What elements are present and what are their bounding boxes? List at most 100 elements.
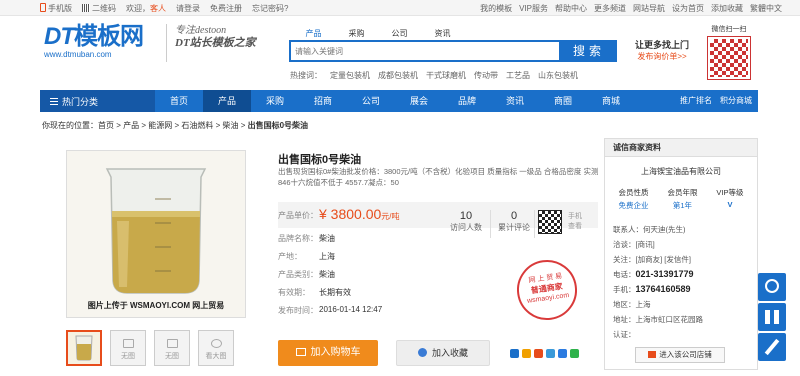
follow-links[interactable]: 关注：[加商友] [发信件] — [613, 254, 691, 265]
type-value: 柴油 — [319, 270, 335, 279]
product-image[interactable]: 图片上传于 WSMAOYI.COM 网上贸易 — [66, 150, 246, 318]
address-row: 地址：上海市虹口区花园路 — [613, 315, 703, 324]
top-link-traditional[interactable]: 繁體中文 — [750, 3, 782, 14]
search-tabs: 产品 采购 公司 资讯 — [292, 28, 464, 39]
hot-word[interactable]: 传动带 — [474, 70, 498, 81]
origin-label: 产地： — [278, 252, 302, 261]
type-label: 产品类别： — [278, 270, 318, 279]
forgot-password-link[interactable]: 忘记密码? — [252, 3, 288, 14]
top-link-channels[interactable]: 更多频道 — [594, 3, 626, 14]
nav-company[interactable]: 公司 — [347, 90, 395, 112]
share-renren-icon[interactable] — [558, 349, 567, 358]
top-link-favorite[interactable]: 添加收藏 — [711, 3, 743, 14]
validity-label: 有效期： — [278, 288, 310, 297]
qrcode-icon — [82, 4, 90, 12]
nav-investment[interactable]: 招商 — [299, 90, 347, 112]
hot-word[interactable]: 成都包装机 — [378, 70, 418, 81]
thumbnail-1[interactable] — [66, 330, 102, 366]
login-link[interactable]: 请登录 — [176, 3, 200, 14]
search-button[interactable]: 搜索 — [561, 40, 617, 62]
price-label: 产品单价： — [278, 211, 318, 220]
share-wechat-icon[interactable] — [570, 349, 579, 358]
nav-business-circle[interactable]: 商圈 — [539, 90, 587, 112]
search-box — [289, 40, 561, 62]
product-description: 出售现货国标0#柴油批发价格：3800元/吨（不含税）化验项目 质量指标 一级品… — [278, 167, 599, 187]
store-icon — [648, 351, 657, 358]
cart-icon — [295, 348, 306, 356]
share-weibo-icon[interactable] — [534, 349, 543, 358]
share-more-icon[interactable] — [510, 349, 519, 358]
image-placeholder-icon — [123, 339, 134, 348]
nav-news[interactable]: 资讯 — [491, 90, 539, 112]
search-tab-news[interactable]: 资讯 — [421, 28, 464, 39]
visitor-count: 10 访问人数 — [450, 210, 482, 232]
product-price: ¥ 3800.00元/吨 — [319, 206, 400, 222]
breadcrumb-path[interactable]: 首页 > 产品 > 能源网 > 石油燃料 > 柴油 > — [98, 121, 245, 130]
hot-word[interactable]: 干式球磨机 — [426, 70, 466, 81]
add-favorite-button[interactable]: 加入收藏 — [396, 340, 490, 366]
headset-icon — [765, 279, 779, 293]
thumbnail-strip: 无图 无图 看大图 — [66, 330, 234, 366]
post-inquiry-link[interactable]: 发布询价单>> — [637, 52, 686, 61]
search-tab-product[interactable]: 产品 — [292, 28, 335, 39]
customer-service-button[interactable] — [758, 273, 786, 301]
hot-category-menu[interactable]: 热门分类 — [40, 90, 155, 112]
register-link[interactable]: 免费注册 — [210, 3, 242, 14]
share-qzone-icon[interactable] — [522, 349, 531, 358]
top-link-vip[interactable]: VIP服务 — [519, 3, 548, 14]
image-placeholder-icon — [167, 339, 178, 348]
top-link-my-template[interactable]: 我的模板 — [480, 3, 512, 14]
top-link-help[interactable]: 帮助中心 — [555, 3, 587, 14]
nav-brand[interactable]: 品牌 — [443, 90, 491, 112]
nav-product[interactable]: 产品 — [203, 90, 251, 112]
logo-url: www.dtmuban.com — [44, 50, 112, 59]
search-input[interactable] — [291, 42, 559, 60]
published-value: 2016-01-14 12:47 — [319, 305, 383, 314]
view-large-image-button[interactable]: 看大图 — [198, 330, 234, 366]
search-tab-purchase[interactable]: 采购 — [335, 28, 378, 39]
nav-purchase[interactable]: 采购 — [251, 90, 299, 112]
vip-icon: V — [727, 200, 733, 209]
welcome-text: 欢迎，客人 — [126, 4, 166, 13]
qrcode-float-button[interactable] — [758, 303, 786, 331]
site-logo[interactable]: DT模板网 www.dtmuban.com — [44, 24, 162, 60]
feedback-button[interactable] — [758, 333, 786, 361]
top-link-homepage[interactable]: 设为首页 — [672, 3, 704, 14]
menu-icon — [50, 97, 58, 105]
company-name[interactable]: 上海锲宝油品有限公司 — [605, 166, 757, 177]
phone-row: 电话：021-31391779 — [613, 269, 694, 279]
validity-value: 长期有效 — [319, 288, 351, 297]
hot-word[interactable]: 定量包装机 — [330, 70, 370, 81]
pencil-icon — [764, 338, 780, 356]
enter-store-button[interactable]: 进入该公司店铺 — [635, 347, 725, 363]
add-to-cart-button[interactable]: 加入购物车 — [278, 340, 378, 366]
thumbnail-3[interactable]: 无图 — [154, 330, 190, 366]
published-label: 发布时间： — [278, 306, 318, 315]
comment-count[interactable]: 0 累计评论 — [494, 210, 534, 233]
mobile-link[interactable]: 手机版 — [40, 3, 72, 14]
qrcode-icon — [765, 310, 779, 324]
company-card-title: 诚信商家资料 — [605, 139, 757, 157]
share-tencent-icon[interactable] — [546, 349, 555, 358]
top-link-sitemap[interactable]: 网站导航 — [633, 3, 665, 14]
merchant-stamp: 网 上 贸 易 普通商家 wsmaoyi.com — [513, 256, 581, 324]
company-card: 诚信商家资料 上海锲宝油品有限公司 会员性质 免费企业 会员年限 第1年 VIP等级… — [604, 138, 758, 370]
thumbnail-beaker — [75, 335, 93, 361]
nav-mall[interactable]: 商城 — [587, 90, 635, 112]
phone-icon — [40, 3, 46, 12]
qrcode-link[interactable]: 二维码 — [82, 3, 116, 14]
chat-link[interactable]: 洽谈：[商讯] — [613, 239, 655, 250]
nav-points-mall[interactable]: 积分商城 — [720, 90, 752, 112]
certification-row: 认证： — [613, 330, 636, 339]
nav-exhibition[interactable]: 展会 — [395, 90, 443, 112]
search-tab-company[interactable]: 公司 — [378, 28, 421, 39]
brand-value: 柴油 — [319, 234, 335, 243]
breadcrumb-current: 出售国标0号柴油 — [247, 121, 309, 130]
top-bar: 手机版 二维码 欢迎，客人 请登录 免费注册 忘记密码? 我的模板 VIP服务 … — [0, 0, 800, 16]
thumbnail-2[interactable]: 无图 — [110, 330, 146, 366]
inquiry-promo: 让更多找上门 发布询价单>> — [634, 40, 689, 61]
hot-word[interactable]: 山东包装机 — [538, 70, 578, 81]
nav-ranking[interactable]: 推广排名 — [680, 90, 712, 112]
hot-word[interactable]: 工艺品 — [506, 70, 530, 81]
nav-home[interactable]: 首页 — [155, 90, 203, 112]
